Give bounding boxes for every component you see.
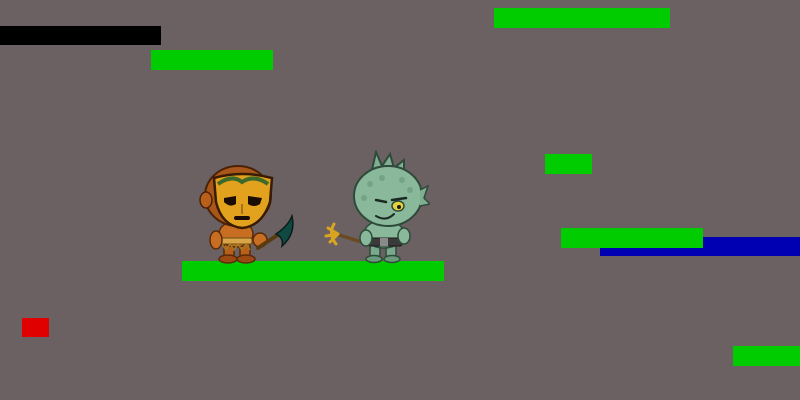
scythe-icon — [256, 213, 294, 250]
game-canvas[interactable] — [0, 0, 800, 400]
tribal-mask-warrior[interactable] — [196, 160, 300, 266]
warrior-left-arm — [209, 230, 223, 250]
platform-upper-left — [151, 50, 273, 70]
platform-top-right — [494, 8, 670, 28]
creature-head — [353, 150, 430, 227]
red-hazard-block — [22, 318, 49, 337]
sea-creature-warrior[interactable] — [324, 150, 430, 264]
platform-right — [561, 228, 703, 248]
platform-small-mid-right — [545, 154, 592, 174]
platform-bottom-right — [733, 346, 800, 366]
black-wall-block — [0, 26, 161, 45]
